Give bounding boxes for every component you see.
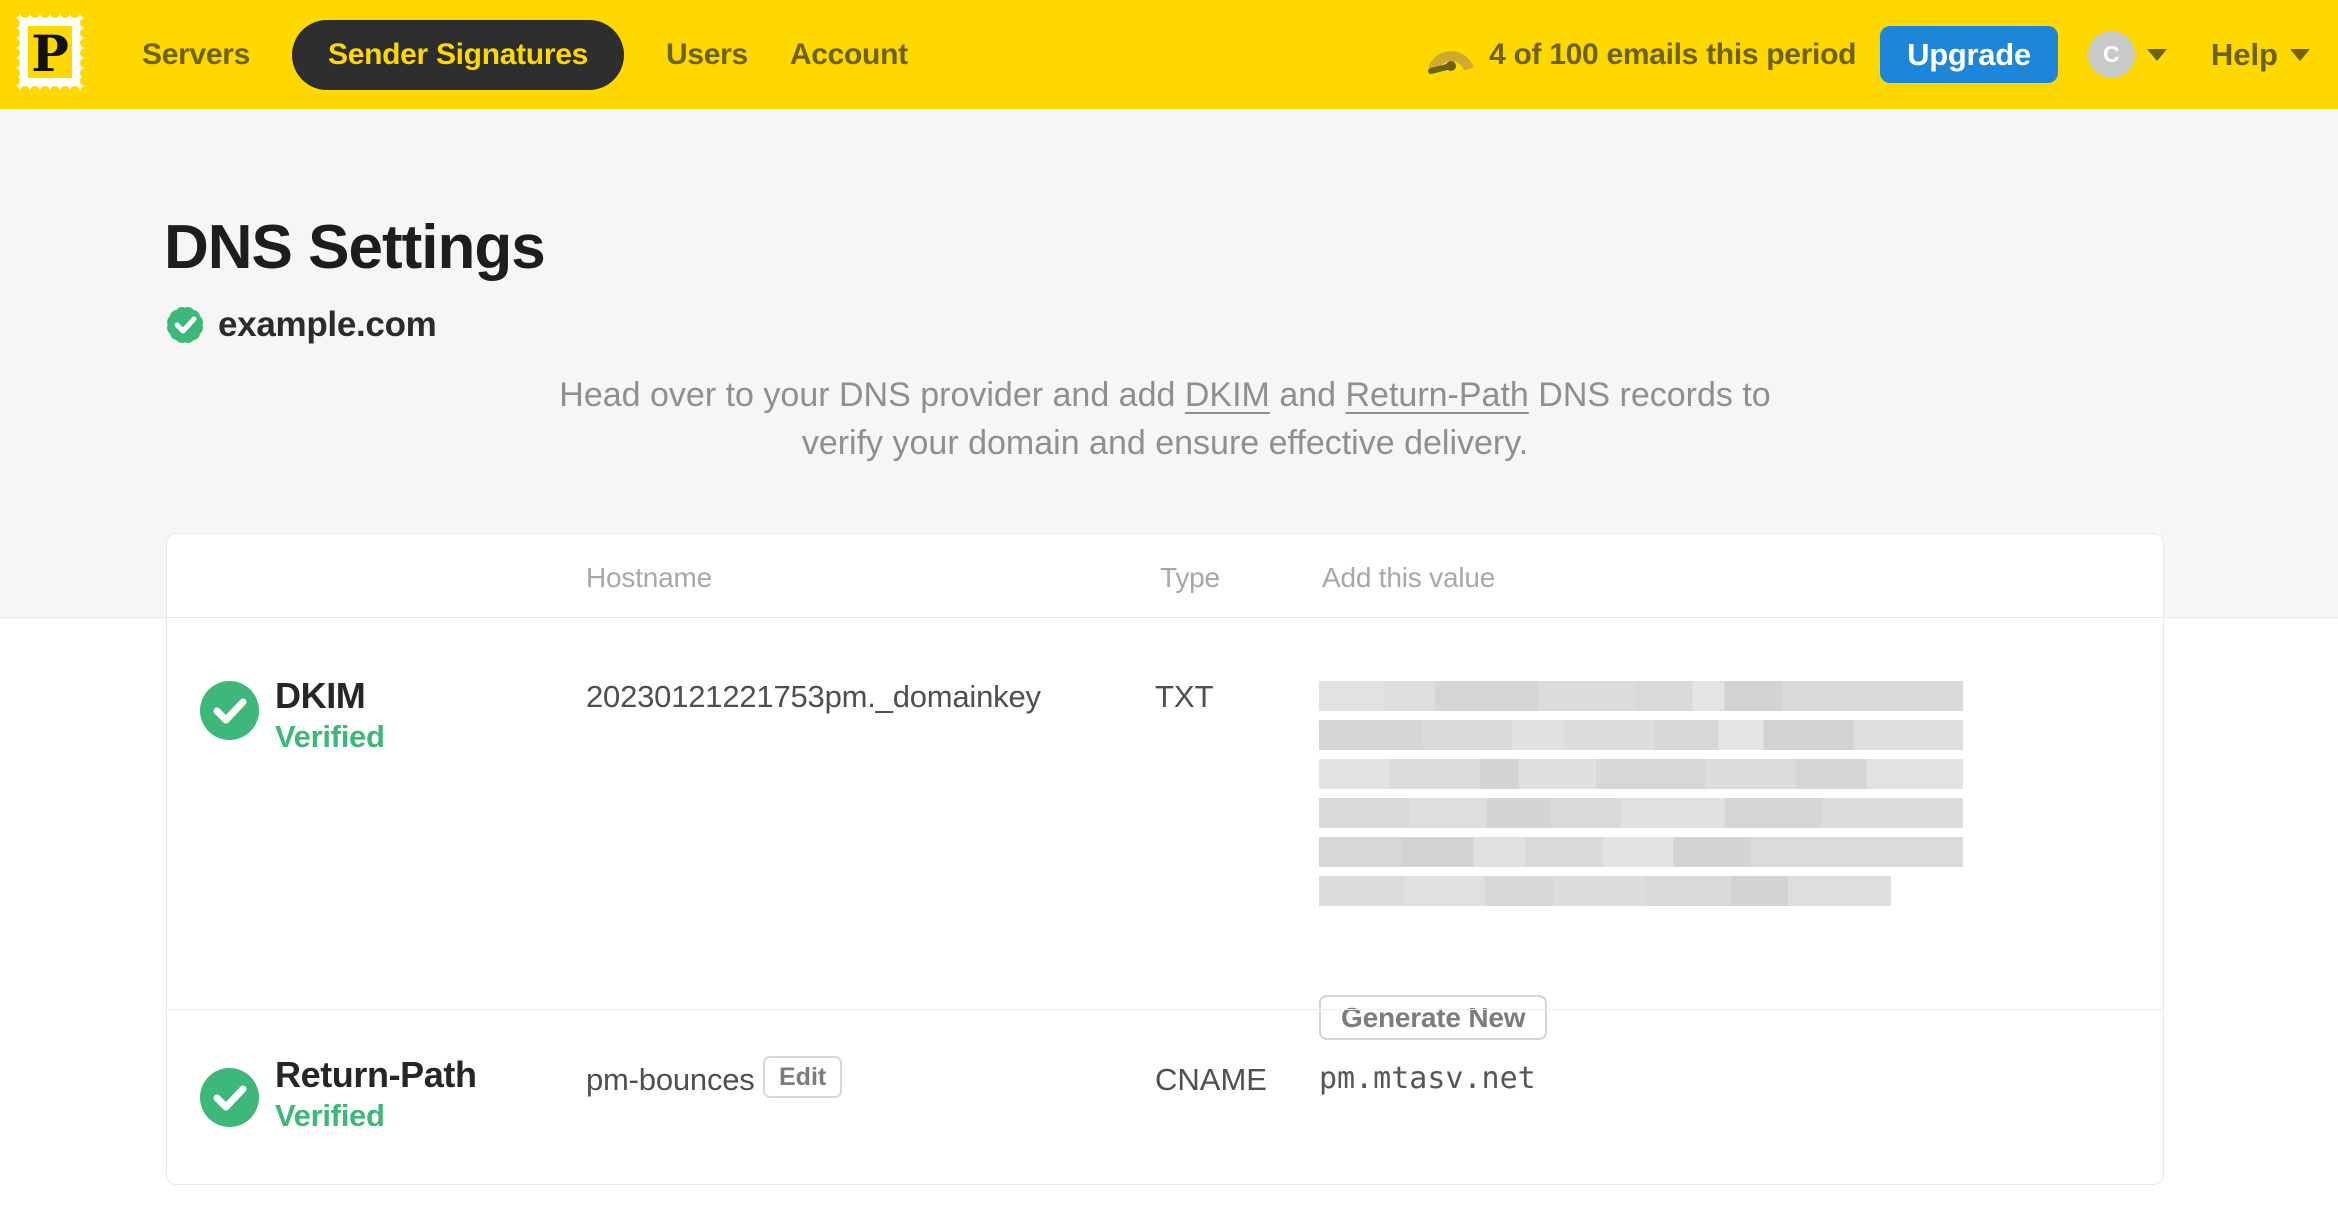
postmark-logo[interactable]: P [10, 8, 90, 96]
record-name: DKIM [275, 675, 366, 716]
redacted-line [1319, 759, 1963, 789]
redacted-line [1319, 681, 1963, 711]
record-name: Return-Path [275, 1054, 477, 1095]
postmark-app: P Servers Sender Signatures Users Accoun… [0, 0, 2338, 1222]
help-menu[interactable]: Help [2211, 37, 2278, 73]
nav-account[interactable]: Account [790, 38, 908, 72]
column-header-type: Type [1160, 562, 1220, 593]
record-type: CNAME [1155, 1062, 1267, 1097]
table-header-row: Hostname Type Add this value [167, 534, 2163, 618]
edit-button[interactable]: Edit [763, 1056, 843, 1098]
redacted-value [1319, 681, 1963, 906]
usage-text: 4 of 100 emails this period [1489, 37, 1857, 71]
return-path-link[interactable]: Return-Path [1346, 376, 1529, 414]
usage-gauge-icon [1428, 50, 1474, 74]
cname-value: pm.mtasv.net [1319, 1061, 1536, 1096]
intro-part-1: Head over to your DNS provider and add [559, 376, 1185, 414]
topbar-right-cluster: 4 of 100 emails this period Upgrade C He… [1427, 0, 2310, 109]
dkim-link[interactable]: DKIM [1185, 376, 1270, 414]
column-header-hostname: Hostname [586, 562, 713, 593]
redacted-line [1319, 720, 1963, 750]
avatar[interactable]: C [2087, 31, 2135, 78]
redacted-line [1319, 837, 1963, 867]
intro-text: Head over to your DNS provider and add D… [166, 371, 2164, 467]
status-badge: Verified [275, 719, 385, 754]
hostname-value: pm-bounces [586, 1062, 755, 1097]
status-badge: Verified [275, 1098, 385, 1133]
verified-check-icon [200, 681, 259, 740]
dns-records-card: Hostname Type Add this value DKIM Verifi… [166, 533, 2164, 1185]
redacted-line [1319, 798, 1963, 828]
table-row-dkim: DKIM Verified 20230121221753pm._domainke… [167, 619, 2163, 1040]
hostname-value: 20230121221753pm._domainkey [586, 679, 1041, 714]
domain-name: example.com [218, 305, 437, 344]
primary-nav: Servers Sender Signatures Users Account [142, 0, 908, 109]
intro-part-3: DNS records to [1528, 376, 1771, 414]
top-nav-bar: P Servers Sender Signatures Users Accoun… [0, 0, 2338, 109]
help-caret-icon[interactable] [2290, 48, 2310, 61]
nav-users[interactable]: Users [666, 38, 748, 72]
stamp-logo-icon: P [10, 8, 90, 96]
verified-seal-icon [167, 307, 203, 343]
upgrade-button[interactable]: Upgrade [1880, 26, 2058, 83]
table-row-return-path: Return-Path Verified pm-bounces Edit CNA… [167, 1009, 2163, 1185]
verified-check-icon [200, 1068, 259, 1127]
redacted-line [1319, 876, 1891, 906]
account-caret-icon[interactable] [2146, 48, 2167, 61]
intro-part-2: and [1269, 376, 1346, 414]
page-title: DNS Settings [164, 213, 546, 282]
brand-letter: P [31, 24, 69, 83]
column-header-add-this-value: Add this value [1322, 562, 1496, 593]
domain-row: example.com [163, 303, 437, 347]
intro-line-2: verify your domain and ensure effective … [801, 424, 1529, 462]
nav-sender-signatures[interactable]: Sender Signatures [292, 19, 624, 90]
record-type: TXT [1155, 679, 1214, 714]
nav-servers[interactable]: Servers [142, 38, 250, 72]
